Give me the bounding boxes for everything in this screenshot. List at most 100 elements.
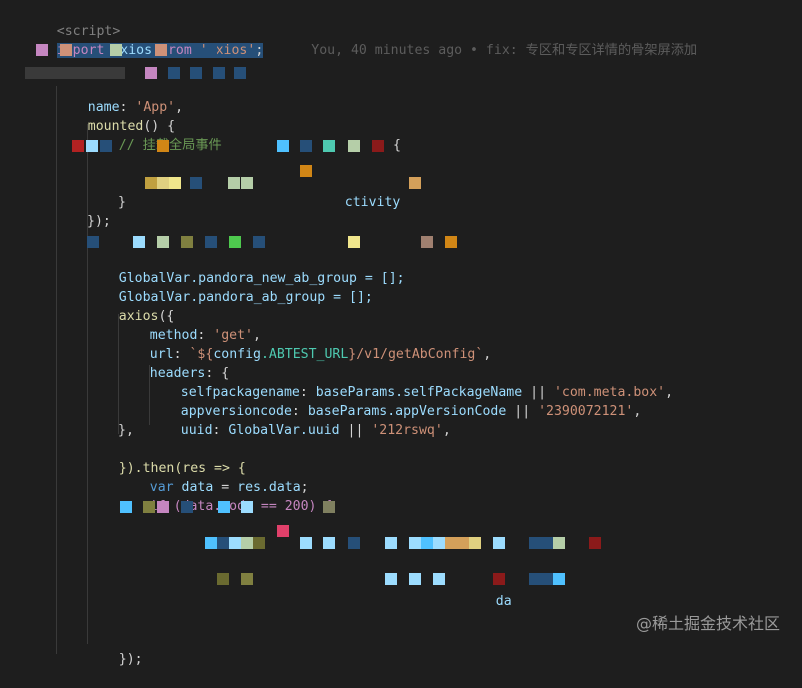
data-fragment: da bbox=[495, 594, 512, 609]
censored-block bbox=[157, 177, 169, 189]
censored-block bbox=[372, 140, 384, 152]
code-line: method: 'get', bbox=[149, 328, 261, 343]
censored-block bbox=[155, 44, 167, 56]
censored-block bbox=[110, 44, 122, 56]
closing-paren: }); bbox=[118, 652, 143, 667]
censored-block bbox=[205, 44, 217, 56]
censored-block bbox=[541, 573, 553, 585]
censored-block bbox=[168, 67, 180, 79]
censored-block bbox=[133, 236, 145, 248]
censored-block bbox=[253, 537, 265, 549]
censored-block bbox=[228, 177, 240, 189]
censored-block bbox=[323, 501, 335, 513]
censored-block bbox=[457, 537, 469, 549]
censored-block bbox=[190, 67, 202, 79]
code-line: GlobalVar.pandora_ab_group = []; bbox=[87, 269, 373, 305]
censored-block bbox=[277, 525, 289, 537]
censored-block bbox=[348, 537, 360, 549]
code-line: { bbox=[393, 138, 401, 153]
code-line: var data = res.data; bbox=[149, 480, 309, 495]
code-line: }); bbox=[87, 631, 143, 667]
censored-block bbox=[217, 537, 229, 549]
censored-block bbox=[529, 573, 541, 585]
censored-block bbox=[169, 177, 181, 189]
censored-block bbox=[253, 236, 265, 248]
code-editor[interactable]: <script> import axios from 'axios'; You, … bbox=[0, 0, 802, 667]
code-line: }); bbox=[87, 214, 111, 229]
censored-block bbox=[469, 537, 481, 549]
code-line: import axios from 'axios'; You, 40 minute… bbox=[25, 22, 697, 58]
censored-block bbox=[323, 140, 335, 152]
censored-block bbox=[145, 177, 157, 189]
censored-block bbox=[493, 573, 505, 585]
censored-block bbox=[145, 67, 157, 79]
code-line: ctivity bbox=[313, 174, 401, 210]
code-line: if ( bbox=[118, 155, 182, 191]
code-line: }, bbox=[118, 423, 134, 438]
censored-block bbox=[300, 140, 312, 152]
censored-block bbox=[241, 177, 253, 189]
censored-block bbox=[229, 537, 241, 549]
censored-block bbox=[218, 501, 230, 513]
code-line: axios({ bbox=[118, 309, 175, 324]
censored-block bbox=[205, 537, 217, 549]
indent-guide bbox=[87, 124, 88, 644]
watermark: @稀土掘金技术社区 bbox=[635, 614, 780, 633]
censored-block bbox=[234, 67, 246, 79]
censored-block bbox=[553, 573, 565, 585]
censored-block bbox=[181, 236, 193, 248]
code-line: if (data.code == 200) { bbox=[118, 478, 333, 514]
censored-block bbox=[589, 537, 601, 549]
activity-fragment: ctivity bbox=[344, 195, 401, 210]
code-line: selfpackagename: baseParams.selfPackageN… bbox=[180, 385, 674, 400]
censored-block bbox=[157, 140, 169, 152]
censored-block bbox=[277, 140, 289, 152]
censored-block bbox=[190, 177, 202, 189]
censored-block bbox=[241, 501, 253, 513]
censored-block bbox=[421, 537, 433, 549]
censored-block bbox=[541, 537, 553, 549]
git-blame-annotation: You, 40 minutes ago • fix: 专区和专区详情的骨架屏添加 bbox=[311, 43, 698, 58]
indent-guide bbox=[56, 86, 57, 654]
censored-block bbox=[409, 537, 421, 549]
censored-block bbox=[348, 140, 360, 152]
censored-block bbox=[493, 537, 505, 549]
censored-block bbox=[433, 537, 445, 549]
censored-block bbox=[300, 537, 312, 549]
censored-block bbox=[205, 236, 217, 248]
censored-block bbox=[529, 537, 541, 549]
censored-block bbox=[25, 67, 125, 79]
code-line: url: `${config.ABTEST_URL}/v1/getAbConfi… bbox=[149, 347, 492, 362]
censored-block bbox=[323, 537, 335, 549]
censored-block bbox=[157, 501, 169, 513]
code-line: uuid: GlobalVar.uuid || '212rswq', bbox=[180, 423, 451, 438]
censored-block bbox=[120, 501, 132, 513]
code-line: <script> bbox=[25, 3, 121, 39]
censored-block bbox=[60, 44, 72, 56]
censored-block bbox=[86, 140, 98, 152]
comment: // 挂载全局事件 bbox=[118, 138, 222, 153]
censored-block bbox=[433, 573, 445, 585]
code-line: } bbox=[118, 195, 126, 210]
censored-block bbox=[143, 501, 155, 513]
censored-block bbox=[445, 236, 457, 248]
censored-block bbox=[87, 236, 99, 248]
censored-block bbox=[409, 177, 421, 189]
censored-block bbox=[157, 236, 169, 248]
censored-block bbox=[445, 537, 457, 549]
censored-block bbox=[385, 537, 397, 549]
code-line: headers: { bbox=[149, 366, 230, 381]
censored-block bbox=[409, 573, 421, 585]
censored-block bbox=[241, 573, 253, 585]
censored-block bbox=[348, 236, 360, 248]
code-line: appversioncode: baseParams.appVersionCod… bbox=[180, 404, 642, 419]
censored-block bbox=[300, 165, 312, 177]
code-line: GlobalVar.pandora_new_ab_group = []; bbox=[87, 250, 405, 286]
code-line: }).then(res => { bbox=[87, 440, 246, 476]
censored-block bbox=[213, 67, 225, 79]
censored-block bbox=[181, 501, 193, 513]
code-line: name: 'App', bbox=[87, 100, 184, 115]
code-line: mounted() { bbox=[87, 119, 176, 134]
censored-block bbox=[241, 537, 253, 549]
censored-block bbox=[229, 236, 241, 248]
